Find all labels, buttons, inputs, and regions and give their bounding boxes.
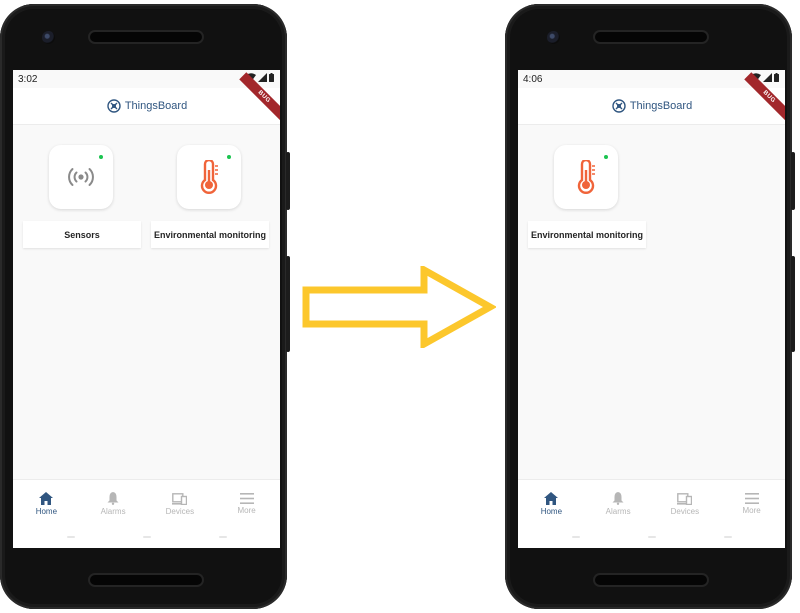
sensors-icon [68,168,94,186]
nav-more[interactable]: More [213,480,280,528]
nav-devices-label: Devices [165,506,195,516]
back-gesture[interactable] [572,536,580,538]
device-card-environmental-monitoring[interactable]: Environmental monitoring [528,139,646,248]
signal-icon [763,73,772,82]
volume-button [286,256,290,352]
device-card-image [23,139,141,221]
bell-icon [612,492,624,505]
phone-after: 4:06 ThingsBoard BUG Environmental monit… [505,4,795,609]
nav-alarms-label: Alarms [100,507,126,516]
device-card-image [151,139,269,221]
recents-gesture[interactable] [724,536,732,538]
bottom-navigation: Home Alarms Devices More [518,479,785,528]
back-gesture[interactable] [67,536,75,538]
home-gesture[interactable] [648,536,656,538]
online-indicator [227,155,231,159]
device-card-label: Sensors [23,221,141,248]
nav-home[interactable]: Home [13,480,80,528]
device-card-label: Environmental monitoring [151,221,269,248]
system-navigation-bar [518,527,785,548]
device-icon-box [554,145,618,209]
menu-icon [239,493,254,504]
nav-more-label: More [742,506,761,515]
device-grid: Sensors Environmental monitoring [13,125,280,479]
nav-home-label: Home [35,507,58,516]
status-time: 3:02 [18,74,38,85]
nav-alarms[interactable]: Alarms [585,480,652,528]
device-icon-box [177,145,241,209]
device-card-sensors[interactable]: Sensors [23,139,141,248]
brand-name: ThingsBoard [124,100,188,112]
brand-name: ThingsBoard [629,100,693,112]
device-grid: Environmental monitoring [518,125,785,479]
nav-alarms-label: Alarms [605,507,631,516]
thingsboard-logo-icon [612,99,626,113]
status-time: 4:06 [523,74,543,85]
bottom-speaker [595,575,707,585]
home-icon [39,492,54,505]
recents-gesture[interactable] [219,536,227,538]
nav-devices[interactable]: Devices [147,480,214,528]
app-screen: 3:02 ThingsBoard BUG Sensors Environment… [13,70,280,548]
phone-before: 3:02 ThingsBoard BUG Sensors Environment… [0,4,290,609]
power-button [791,152,795,210]
nav-more-label: More [237,506,256,515]
app-bar: ThingsBoard BUG [518,72,785,125]
front-camera [547,31,560,44]
brand: ThingsBoard [106,98,187,114]
system-navigation-bar [13,527,280,548]
volume-button [791,256,795,352]
battery-icon [774,73,779,82]
bottom-navigation: Home Alarms Devices More [13,479,280,528]
online-indicator [99,155,103,159]
device-card-environmental-monitoring[interactable]: Environmental monitoring [151,139,269,248]
device-icon-box [49,145,113,209]
power-button [286,152,290,210]
nav-more[interactable]: More [718,480,785,528]
nav-devices[interactable]: Devices [652,480,719,528]
bell-icon [107,492,119,505]
device-card-image [528,139,646,221]
app-screen: 4:06 ThingsBoard BUG Environmental monit… [518,70,785,548]
front-camera [42,31,55,44]
top-speaker [595,32,707,42]
devices-icon [677,492,693,505]
thermometer-icon [200,160,218,194]
app-bar: ThingsBoard BUG [13,72,280,125]
top-speaker [90,32,202,42]
transition-arrow [302,266,496,348]
battery-icon [269,73,274,82]
thingsboard-logo-icon [107,99,121,113]
nav-alarms[interactable]: Alarms [80,480,147,528]
nav-home-label: Home [540,507,563,516]
home-gesture[interactable] [143,536,151,538]
online-indicator [604,155,608,159]
home-icon [544,492,559,505]
nav-devices-label: Devices [670,506,700,516]
nav-home[interactable]: Home [518,480,585,528]
devices-icon [172,492,188,505]
device-card-label: Environmental monitoring [528,221,646,248]
brand: ThingsBoard [611,98,692,114]
bottom-speaker [90,575,202,585]
menu-icon [744,493,759,504]
thermometer-icon [577,160,595,194]
signal-icon [258,73,267,82]
